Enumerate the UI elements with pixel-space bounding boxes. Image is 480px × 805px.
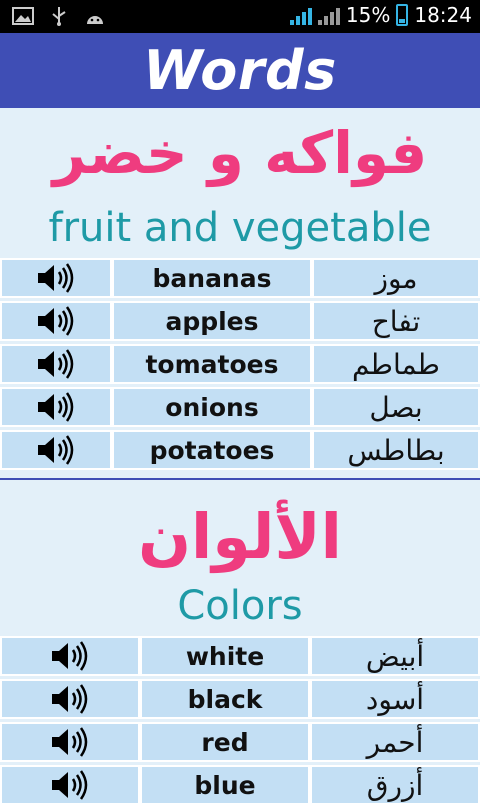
word-english: red: [140, 722, 310, 762]
speaker-icon: [52, 641, 88, 671]
word-arabic: موز: [312, 258, 480, 298]
speaker-icon: [52, 727, 88, 757]
speaker-icon: [52, 770, 88, 800]
word-arabic: طماطم: [312, 344, 480, 384]
word-row: onions بصل: [0, 387, 480, 427]
word-english: blue: [140, 765, 310, 805]
word-english: bananas: [112, 258, 312, 298]
section-title-arabic: الألوان: [138, 500, 342, 573]
word-row: red أحمر: [0, 722, 480, 762]
play-audio-button[interactable]: [0, 765, 140, 805]
word-english: potatoes: [112, 430, 312, 470]
battery-percent: 15%: [345, 3, 391, 27]
usb-icon: [52, 7, 66, 26]
section-title-english: fruit and vegetable: [48, 205, 432, 251]
speaker-icon: [52, 684, 88, 714]
word-english: black: [140, 679, 310, 719]
speaker-icon: [38, 263, 74, 293]
play-audio-button[interactable]: [0, 679, 140, 719]
word-row: bananas موز: [0, 258, 480, 298]
play-audio-button[interactable]: [0, 301, 112, 341]
word-row: blue أزرق: [0, 765, 480, 805]
speaker-icon: [38, 435, 74, 465]
android-debug-icon: [87, 16, 103, 24]
play-audio-button[interactable]: [0, 430, 112, 470]
word-arabic: أزرق: [310, 765, 480, 805]
speaker-icon: [38, 392, 74, 422]
word-english: apples: [112, 301, 312, 341]
word-row: black أسود: [0, 679, 480, 719]
play-audio-button[interactable]: [0, 722, 140, 762]
play-audio-button[interactable]: [0, 258, 112, 298]
word-row: potatoes بطاطس: [0, 430, 480, 470]
section-divider: [0, 478, 480, 480]
word-row: tomatoes طماطم: [0, 344, 480, 384]
image-icon: [12, 7, 34, 25]
play-audio-button[interactable]: [0, 387, 112, 427]
section-title-english: Colors: [177, 583, 303, 629]
speaker-icon: [38, 349, 74, 379]
word-arabic: بطاطس: [312, 430, 480, 470]
wifi-signal-icon: [289, 5, 312, 25]
page-title: Words: [143, 39, 337, 102]
section-title-arabic: فواكه و خضر: [52, 119, 428, 187]
play-audio-button[interactable]: [0, 344, 112, 384]
word-arabic: أحمر: [310, 722, 480, 762]
word-english: white: [140, 636, 310, 676]
word-arabic: أسود: [310, 679, 480, 719]
clock: 18:24: [414, 3, 472, 27]
word-row: apples تفاح: [0, 301, 480, 341]
word-arabic: أبيض: [310, 636, 480, 676]
cell-signal-icon: [317, 5, 340, 25]
status-bar: 15% 18:24: [0, 0, 480, 33]
word-row: white أبيض: [0, 636, 480, 676]
battery-icon: [396, 4, 409, 26]
word-english: onions: [112, 387, 312, 427]
word-arabic: تفاح: [312, 301, 480, 341]
speaker-icon: [38, 306, 74, 336]
app-header: Words: [0, 33, 480, 108]
word-arabic: بصل: [312, 387, 480, 427]
play-audio-button[interactable]: [0, 636, 140, 676]
content-area[interactable]: فواكه و خضر fruit and vegetable bananas …: [0, 108, 480, 805]
word-english: tomatoes: [112, 344, 312, 384]
